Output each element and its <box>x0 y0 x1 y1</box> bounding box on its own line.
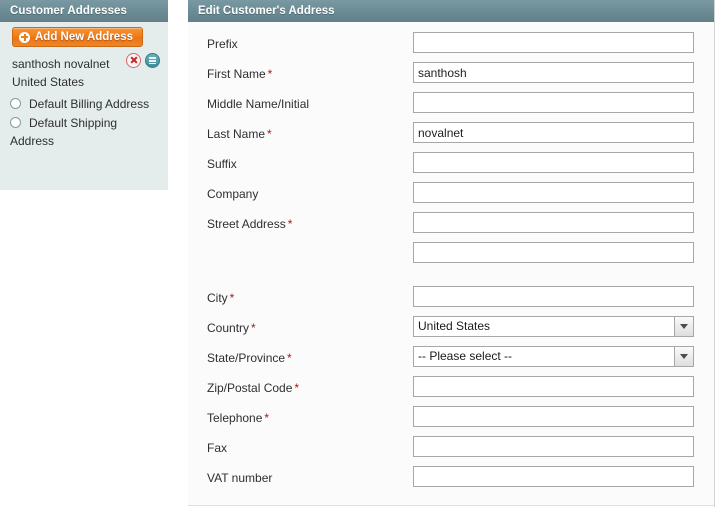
state-province-select[interactable]: -- Please select -- <box>413 346 694 367</box>
telephone-input[interactable] <box>413 406 694 427</box>
sidebar-body: Add New Address santhosh novalnet United… <box>0 22 168 190</box>
customer-addresses-sidebar: Customer Addresses Add New Address santh… <box>0 0 168 190</box>
field-row-suffix: Suffix <box>188 151 714 181</box>
country-select-value: United States <box>418 319 491 333</box>
field-row-vat-number: VAT number <box>188 465 714 495</box>
label-middle-name: Middle Name/Initial <box>207 97 310 111</box>
zip-postal-code-input[interactable] <box>413 376 694 397</box>
field-row-country: Country * United States <box>188 315 714 345</box>
field-row-company: Company <box>188 181 714 211</box>
required-star: * <box>287 351 292 365</box>
label-first-name: First Name * <box>207 67 273 81</box>
add-address-container: Add New Address <box>0 22 168 47</box>
delete-address-icon[interactable] <box>126 53 141 68</box>
plus-circle-icon <box>19 31 30 43</box>
field-row-street-address: Street Address * <box>188 211 714 241</box>
field-row-last-name: Last Name * <box>188 121 714 151</box>
default-address-options: Default Billing Address Default Shipping… <box>0 91 168 150</box>
street-address-line2-input[interactable] <box>413 242 694 263</box>
edit-address-icon[interactable] <box>145 53 160 68</box>
label-last-name: Last Name * <box>207 127 272 141</box>
field-row-prefix: Prefix <box>188 31 714 61</box>
state-province-select-value: -- Please select -- <box>418 349 513 363</box>
chevron-down-icon[interactable] <box>674 317 693 336</box>
middle-name-input[interactable] <box>413 92 694 113</box>
required-star: * <box>267 67 273 81</box>
default-billing-address-label: Default Billing Address <box>29 97 150 111</box>
address-country: United States <box>12 75 85 89</box>
required-star: * <box>294 381 300 395</box>
first-name-input[interactable] <box>413 62 694 83</box>
required-star: * <box>229 291 235 305</box>
field-row-state-province: State/Province * -- Please select -- <box>188 345 714 375</box>
form-spacer <box>188 271 714 285</box>
field-row-street-address-2 <box>188 241 714 271</box>
required-star: * <box>251 321 256 335</box>
label-suffix: Suffix <box>207 157 237 171</box>
field-row-first-name: First Name * <box>188 61 714 91</box>
label-prefix: Prefix <box>207 37 238 51</box>
label-telephone: Telephone * <box>207 411 270 425</box>
required-star: * <box>267 127 272 141</box>
address-actions <box>126 53 160 68</box>
last-name-input[interactable] <box>413 122 694 143</box>
address-form: Prefix First Name* Middle Name/Initial L… <box>188 22 714 506</box>
field-row-zip-postal-code: Zip/Postal Code * <box>188 375 714 405</box>
city-input[interactable] <box>413 286 694 307</box>
label-city: City * <box>207 291 235 305</box>
prefix-input[interactable] <box>413 32 694 53</box>
add-new-address-button[interactable]: Add New Address <box>12 27 143 47</box>
field-row-city: City * <box>188 285 714 315</box>
country-select[interactable]: United States <box>413 316 694 337</box>
vat-number-input[interactable] <box>413 466 694 487</box>
edit-address-title: Edit Customer's Address <box>188 0 714 22</box>
edit-address-panel: Edit Customer's Address Prefix First Nam… <box>188 0 715 507</box>
label-fax: Fax <box>207 441 228 455</box>
field-row-middle-name: Middle Name/Initial <box>188 91 714 121</box>
company-input[interactable] <box>413 182 694 203</box>
suffix-input[interactable] <box>413 152 694 173</box>
label-company: Company <box>207 187 259 201</box>
default-shipping-address-radio[interactable] <box>10 117 21 128</box>
required-star: * <box>264 411 270 425</box>
label-street-address: Street Address * <box>207 217 293 231</box>
default-billing-address-radio-row[interactable]: Default Billing Address <box>10 95 162 113</box>
address-list-item: santhosh novalnet United States <box>0 47 168 91</box>
fax-input[interactable] <box>413 436 694 457</box>
required-star: * <box>287 217 293 231</box>
label-country: Country * <box>207 321 256 335</box>
default-shipping-address-label: Default Shipping Address <box>10 116 118 148</box>
sidebar-title: Customer Addresses <box>0 0 168 22</box>
field-row-fax: Fax <box>188 435 714 465</box>
label-state-province: State/Province * <box>207 351 292 365</box>
chevron-down-icon[interactable] <box>674 347 693 366</box>
label-vat-number: VAT number <box>207 471 273 485</box>
street-address-line1-input[interactable] <box>413 212 694 233</box>
add-new-address-label: Add New Address <box>35 31 133 43</box>
field-row-telephone: Telephone * <box>188 405 714 435</box>
default-shipping-address-radio-row[interactable]: Default Shipping Address <box>10 114 162 150</box>
default-billing-address-radio[interactable] <box>10 98 21 109</box>
label-zip-postal-code: Zip/Postal Code * <box>207 381 300 395</box>
